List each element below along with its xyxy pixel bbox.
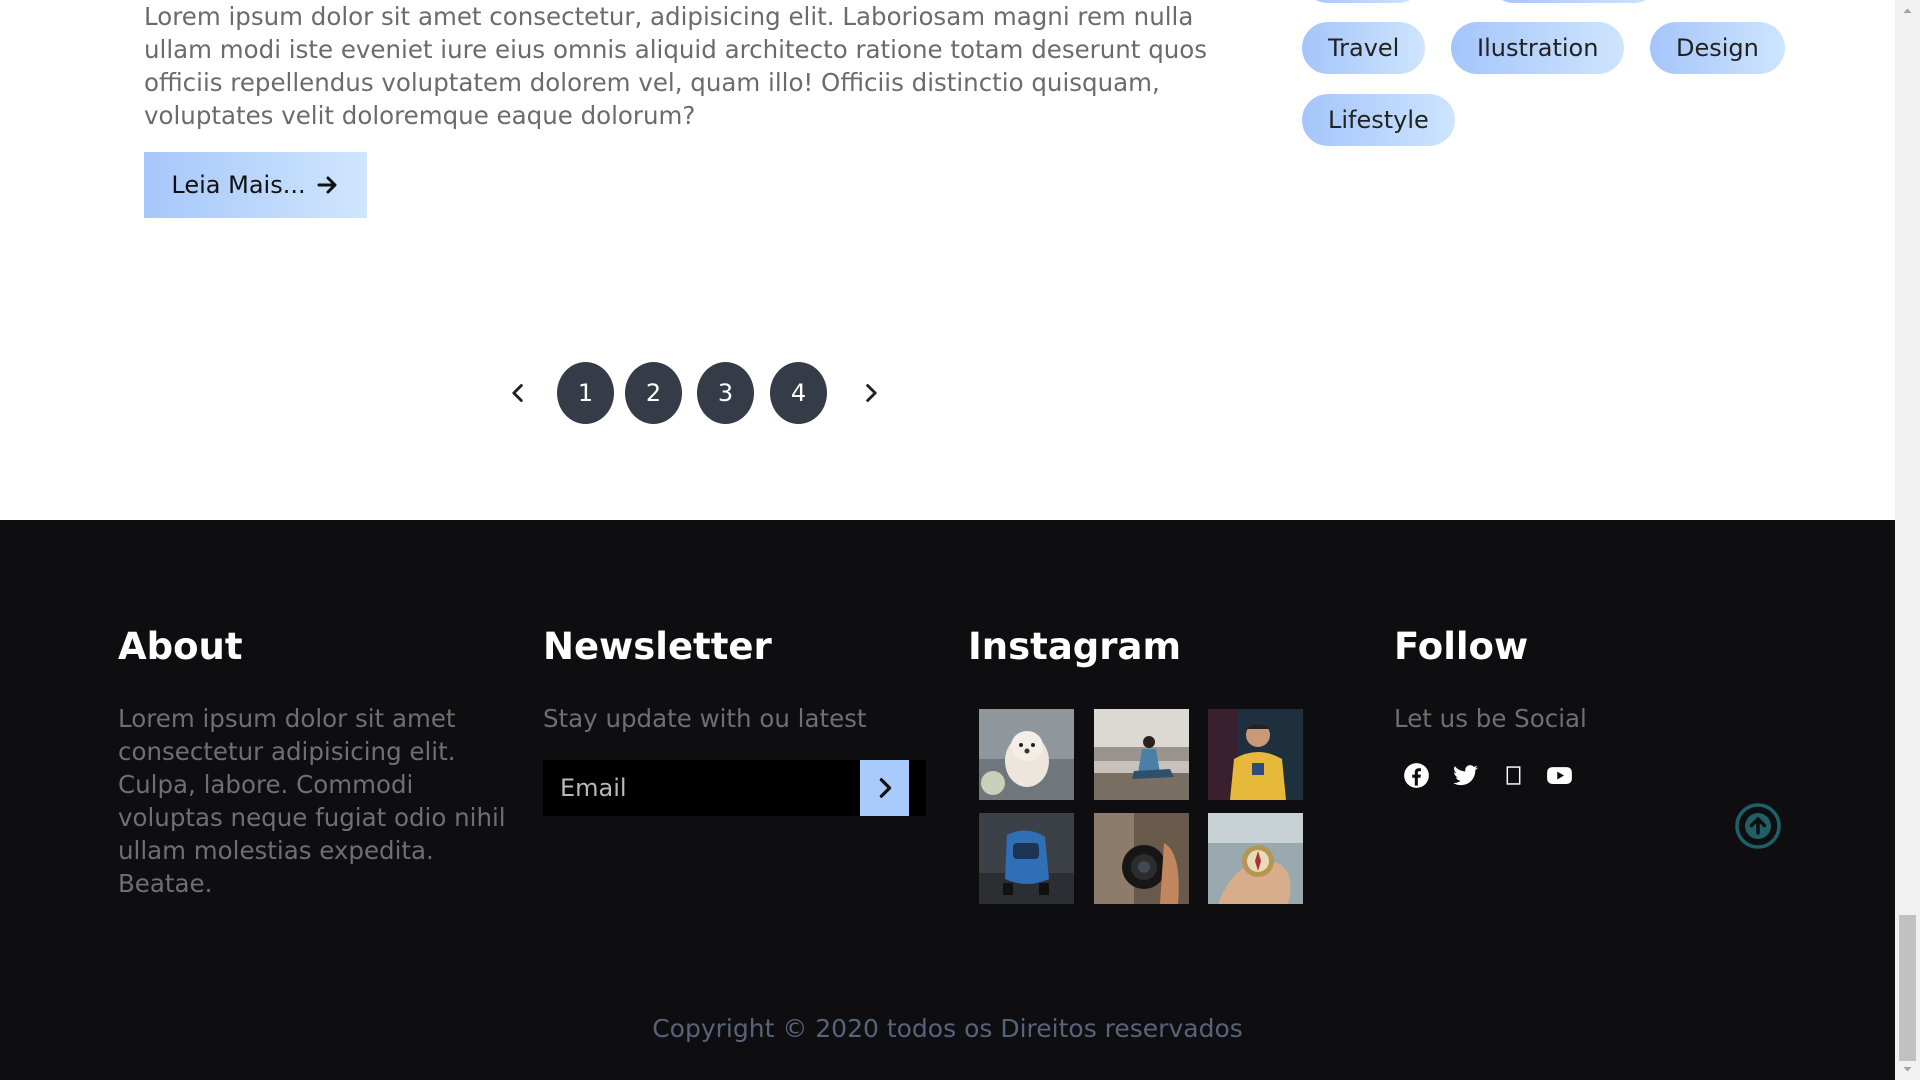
arrow-up-circle-icon: [1735, 803, 1781, 849]
tag-design[interactable]: Design: [1650, 22, 1785, 74]
copyright-text: Copyright © 2020 todos os Direitos reser…: [652, 1014, 1243, 1043]
prev-page-button[interactable]: [502, 377, 534, 409]
scroll-up-arrow-icon[interactable]: [1900, 3, 1915, 18]
scroll-down-arrow-icon[interactable]: [1900, 1062, 1915, 1077]
twitter-link[interactable]: [1448, 758, 1482, 792]
next-page-button[interactable]: [855, 377, 887, 409]
about-text: Lorem ipsum dolor sit amet consectetur a…: [118, 704, 506, 898]
read-more-button[interactable]: Leia Mais...: [144, 152, 367, 218]
youtube-link[interactable]: [1542, 758, 1576, 792]
follow-heading: Follow: [1394, 625, 1529, 668]
scrollbar-thumb[interactable]: [1899, 915, 1916, 1061]
instagram-link[interactable]: [1496, 758, 1530, 792]
blue-car-photo[interactable]: [979, 813, 1074, 904]
newsletter-form: [543, 760, 926, 816]
site-footer: About Lorem ipsum dolor sit amet consect…: [0, 520, 1895, 1080]
tag-partial[interactable]: [1302, 0, 1424, 3]
facebook-icon: [1403, 762, 1429, 788]
tag-partial[interactable]: [1488, 0, 1660, 3]
pagination: 1 2 3 4: [500, 362, 900, 424]
page-button-3[interactable]: 3: [697, 362, 754, 424]
instagram-icon: [1506, 765, 1520, 785]
tag-cloud: Travel Ilustration Design Lifestyle: [1302, 0, 1822, 150]
post-excerpt: Lorem ipsum dolor sit amet consectetur, …: [144, 2, 1208, 130]
youtube-icon: [1546, 766, 1572, 784]
facebook-link[interactable]: [1399, 758, 1433, 792]
email-field[interactable]: [543, 760, 860, 816]
page-button-4[interactable]: 4: [770, 362, 827, 424]
twitter-icon: [1452, 764, 1478, 785]
page-scrollbar[interactable]: [1895, 0, 1920, 1080]
read-more-label: Leia Mais...: [171, 171, 306, 199]
man-yellow-sweater-photo[interactable]: [1208, 709, 1303, 800]
compass-photo[interactable]: [1208, 813, 1303, 904]
chevron-right-icon: [879, 778, 891, 798]
back-to-top-button[interactable]: [1734, 802, 1782, 850]
instagram-heading: Instagram: [968, 625, 1182, 668]
camera-photo[interactable]: [1094, 813, 1189, 904]
puppy-photo[interactable]: [979, 709, 1074, 800]
page-button-2[interactable]: 2: [625, 362, 682, 424]
page-button-1[interactable]: 1: [557, 362, 614, 424]
newsletter-heading: Newsletter: [543, 625, 772, 668]
tag-ilustration[interactable]: Ilustration: [1451, 22, 1625, 74]
about-heading: About: [118, 625, 243, 668]
follow-text: Let us be Social: [1394, 704, 1587, 733]
tag-travel[interactable]: Travel: [1302, 22, 1426, 74]
tag-lifestyle[interactable]: Lifestyle: [1302, 94, 1455, 146]
chevron-right-icon: [866, 384, 877, 402]
newsletter-text: Stay update with ou latest: [543, 704, 867, 733]
woman-sitting-photo[interactable]: [1094, 709, 1189, 800]
chevron-left-icon: [512, 384, 523, 402]
newsletter-submit-button[interactable]: [860, 760, 909, 816]
page: Lorem ipsum dolor sit amet consectetur, …: [0, 0, 1895, 1080]
arrow-right-icon: [317, 176, 337, 194]
